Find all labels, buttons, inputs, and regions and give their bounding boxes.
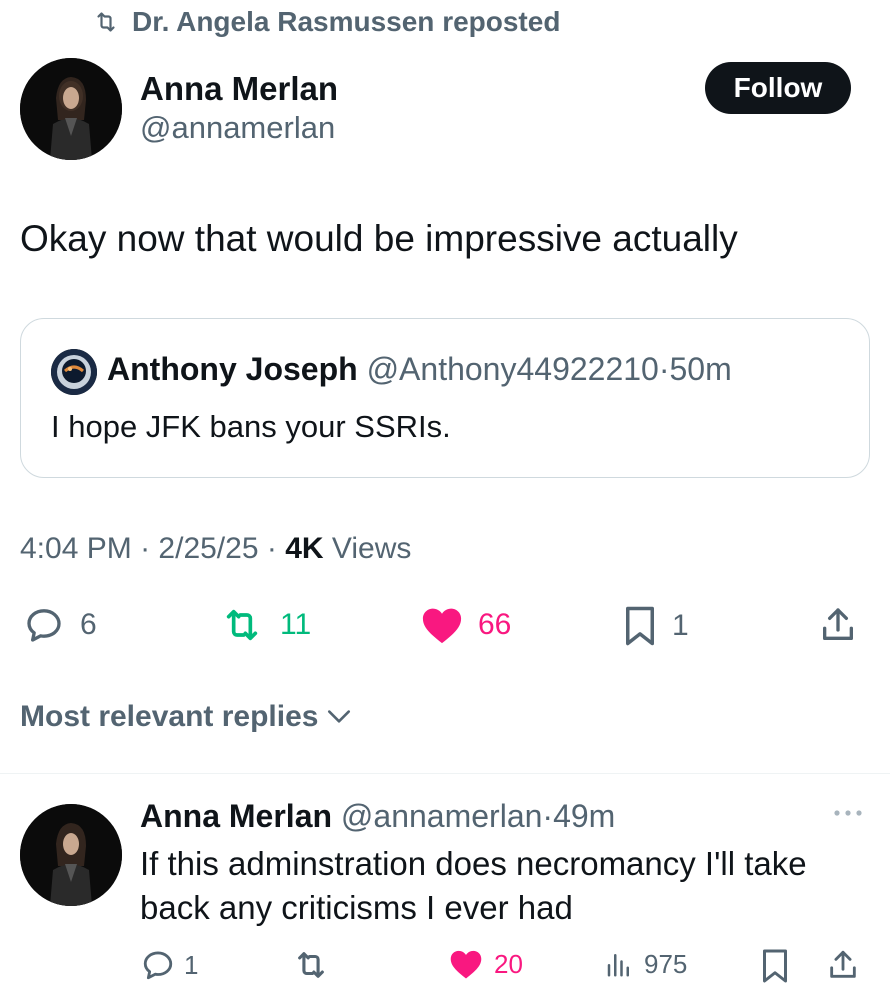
quote-author-name[interactable]: Anthony Joseph <box>107 351 358 387</box>
share-button[interactable] <box>818 605 858 645</box>
repost-header[interactable]: Dr. Angela Rasmussen reposted <box>92 4 560 40</box>
replies-sort-label: Most relevant replies <box>20 700 319 733</box>
reply-like-count: 20 <box>494 948 523 979</box>
views-count: 4K <box>285 532 324 565</box>
quoted-tweet-card[interactable]: Anthony Joseph @Anthony44922210·50m I ho… <box>20 318 870 478</box>
repost-header-text: Dr. Angela Rasmussen reposted <box>132 6 561 37</box>
reply-share-button[interactable] <box>826 948 860 982</box>
reply-views-count: 975 <box>644 948 688 979</box>
repost-count: 11 <box>280 608 312 641</box>
bookmark-icon <box>760 948 790 984</box>
reply-author-handle[interactable]: @annamerlan <box>341 798 542 834</box>
follow-button[interactable]: Follow <box>705 62 851 114</box>
separator-dot: · <box>542 798 554 834</box>
reply-bookmark-button[interactable] <box>760 948 790 984</box>
tweet-time[interactable]: 4:04 PM <box>20 532 132 565</box>
repost-icon <box>92 10 120 34</box>
reply-age: 49m <box>553 798 616 834</box>
avatar[interactable] <box>20 58 122 160</box>
views-icon <box>604 948 634 980</box>
views-label: Views <box>331 532 412 565</box>
tweet-meta: 4:04 PM · 2/25/25 · 4K Views <box>20 532 411 566</box>
like-count: 66 <box>478 608 512 641</box>
reply-reply-button[interactable]: 1 <box>140 948 198 982</box>
heart-icon <box>448 948 484 980</box>
reply-text: If this adminstration does necromancy I'… <box>140 845 807 926</box>
reply-like-button[interactable]: 20 <box>448 948 523 980</box>
replies-sort-dropdown[interactable]: Most relevant replies <box>20 700 352 734</box>
heart-icon <box>420 605 464 645</box>
repost-icon <box>292 948 330 982</box>
repost-icon <box>218 605 266 645</box>
tweet-text: Okay now that would be impressive actual… <box>20 218 738 259</box>
reply-avatar[interactable] <box>20 804 122 906</box>
bookmark-icon <box>622 605 658 647</box>
reply-repost-button[interactable] <box>292 948 330 982</box>
reply-reply-count: 1 <box>184 949 199 980</box>
tweet-date[interactable]: 2/25/25 <box>158 532 258 565</box>
reply-author-name[interactable]: Anna Merlan <box>140 798 332 834</box>
chevron-down-icon <box>326 707 352 727</box>
separator-dot: · <box>658 351 670 387</box>
share-icon <box>826 948 860 982</box>
quote-avatar <box>51 349 97 395</box>
author-handle[interactable]: @annamerlan <box>140 110 335 146</box>
more-icon[interactable] <box>832 808 864 818</box>
divider <box>0 773 890 774</box>
reply-count: 6 <box>80 608 97 641</box>
bookmark-count: 1 <box>672 609 689 642</box>
reply-icon <box>140 948 176 982</box>
share-icon <box>818 605 858 645</box>
quote-header: Anthony Joseph @Anthony44922210·50m <box>107 351 732 388</box>
like-button[interactable]: 66 <box>420 605 511 645</box>
bookmark-button[interactable]: 1 <box>622 605 689 647</box>
author-name[interactable]: Anna Merlan <box>140 70 338 108</box>
quote-author-handle[interactable]: @Anthony44922210 <box>367 351 659 387</box>
reply-views-button[interactable]: 975 <box>604 948 687 980</box>
reply-button[interactable]: 6 <box>22 605 97 645</box>
quote-text: I hope JFK bans your SSRIs. <box>51 409 451 444</box>
reply-header: Anna Merlan @annamerlan·49m <box>140 798 615 835</box>
quote-age: 50m <box>669 351 732 387</box>
repost-button[interactable]: 11 <box>218 605 311 645</box>
separator-dot: · <box>266 532 277 565</box>
separator-dot: · <box>140 532 151 565</box>
reply-icon <box>22 605 66 645</box>
